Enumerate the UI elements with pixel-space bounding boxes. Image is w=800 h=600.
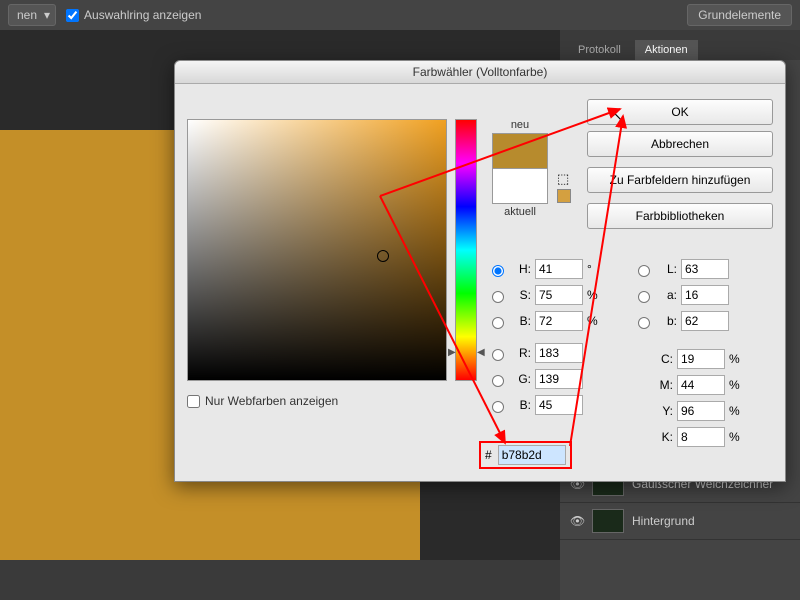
- current-color-swatch[interactable]: [492, 168, 548, 204]
- websafe-swatch-icon[interactable]: [557, 189, 571, 203]
- new-color-label: neu: [489, 119, 551, 131]
- color-gradient: [188, 120, 446, 380]
- color-field[interactable]: [187, 119, 447, 381]
- essentials-button[interactable]: Grundelemente: [687, 4, 792, 26]
- radio-bl[interactable]: [492, 401, 504, 413]
- label-a: a:: [657, 288, 677, 302]
- unit-pct: %: [729, 378, 743, 392]
- selection-ring-input[interactable]: [66, 9, 79, 22]
- selection-ring-label: Auswahlring anzeigen: [84, 8, 201, 22]
- hex-input[interactable]: [498, 445, 566, 465]
- unit-pct: %: [587, 314, 601, 328]
- layer-thumb: [592, 509, 624, 533]
- label-l: L:: [657, 262, 677, 276]
- input-bv[interactable]: [535, 311, 583, 331]
- input-bl[interactable]: [535, 395, 583, 415]
- unit-pct: %: [587, 288, 601, 302]
- label-h: H:: [511, 262, 531, 276]
- web-colors-only-checkbox[interactable]: Nur Webfarben anzeigen: [187, 394, 338, 408]
- tool-preset-dropdown[interactable]: nen: [8, 4, 56, 26]
- unit-pct: %: [729, 352, 743, 366]
- input-lb[interactable]: [681, 311, 729, 331]
- current-color-label: aktuell: [489, 206, 551, 218]
- label-bv: B:: [511, 314, 531, 328]
- label-bl: B:: [511, 398, 531, 412]
- radio-a[interactable]: [638, 291, 650, 303]
- color-picker-ring-icon[interactable]: [377, 250, 389, 262]
- hex-row-highlight: #: [479, 441, 572, 469]
- hex-hash-label: #: [485, 448, 492, 462]
- label-m: M:: [655, 378, 673, 392]
- hue-slider-handle-icon[interactable]: ◀: [477, 347, 485, 358]
- radio-g[interactable]: [492, 375, 504, 387]
- color-libraries-button[interactable]: Farbbibliotheken: [587, 203, 773, 229]
- radio-s[interactable]: [492, 291, 504, 303]
- input-l[interactable]: [681, 259, 729, 279]
- ok-button[interactable]: OK: [587, 99, 773, 125]
- label-g: G:: [511, 372, 531, 386]
- input-k[interactable]: [677, 427, 725, 447]
- label-lb: b:: [657, 314, 677, 328]
- hue-slider[interactable]: [455, 119, 477, 381]
- tab-aktionen[interactable]: Aktionen: [635, 40, 698, 60]
- label-s: S:: [511, 288, 531, 302]
- tab-protokoll[interactable]: Protokoll: [568, 40, 631, 60]
- input-c[interactable]: [677, 349, 725, 369]
- input-a[interactable]: [681, 285, 729, 305]
- input-g[interactable]: [535, 369, 583, 389]
- input-y[interactable]: [677, 401, 725, 421]
- unit-pct: %: [729, 430, 743, 444]
- unit-pct: %: [729, 404, 743, 418]
- radio-h[interactable]: [492, 265, 504, 277]
- color-picker-dialog: Farbwähler (Volltonfarbe) ▶ ◀ neu aktuel…: [174, 60, 786, 482]
- hue-slider-handle-icon[interactable]: ▶: [448, 347, 456, 358]
- gamut-warning-icon[interactable]: ⬚: [557, 171, 569, 187]
- label-r: R:: [511, 346, 531, 360]
- web-colors-only-label: Nur Webfarben anzeigen: [205, 394, 338, 408]
- visibility-icon[interactable]: 👁: [570, 514, 584, 528]
- dialog-title: Farbwähler (Volltonfarbe): [175, 61, 785, 84]
- radio-b[interactable]: [492, 317, 504, 329]
- label-y: Y:: [655, 404, 673, 418]
- input-s[interactable]: [535, 285, 583, 305]
- new-color-swatch: [492, 133, 548, 168]
- label-k: K:: [655, 430, 673, 444]
- web-colors-only-input[interactable]: [187, 395, 200, 408]
- add-to-swatches-button[interactable]: Zu Farbfeldern hinzufügen: [587, 167, 773, 193]
- label-c: C:: [655, 352, 673, 366]
- unit-deg: °: [587, 262, 601, 276]
- radio-l[interactable]: [638, 265, 650, 277]
- input-h[interactable]: [535, 259, 583, 279]
- radio-r[interactable]: [492, 349, 504, 361]
- selection-ring-checkbox[interactable]: Auswahlring anzeigen: [66, 8, 201, 22]
- layer-label: Hintergrund: [632, 514, 695, 528]
- layer-row[interactable]: 👁 Hintergrund: [560, 503, 800, 540]
- input-m[interactable]: [677, 375, 725, 395]
- cancel-button[interactable]: Abbrechen: [587, 131, 773, 157]
- radio-lb[interactable]: [638, 317, 650, 329]
- input-r[interactable]: [535, 343, 583, 363]
